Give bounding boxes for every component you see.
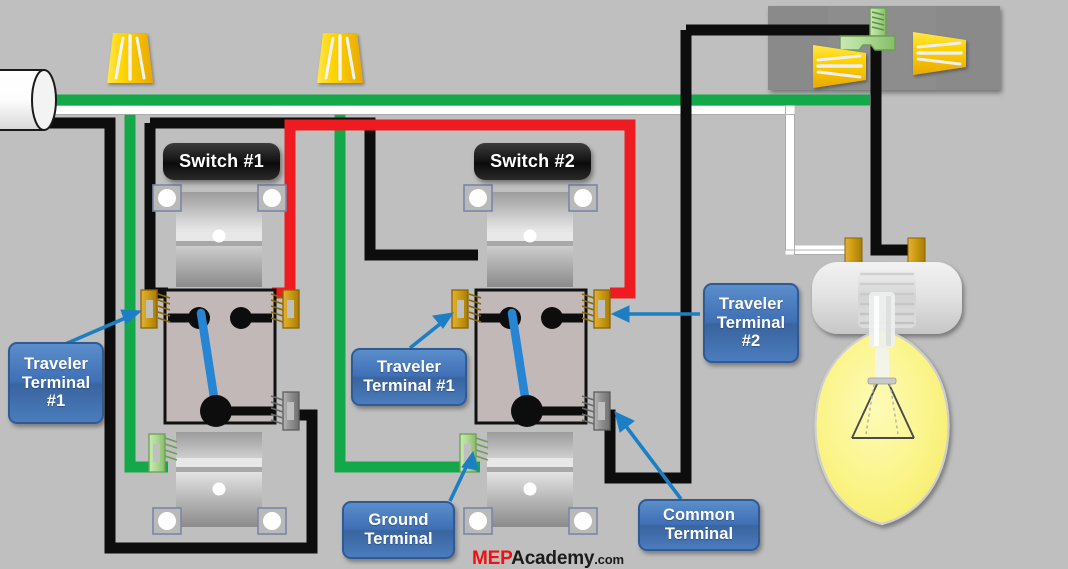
callout-traveler-terminal-2-right[interactable]: Traveler Terminal #2 (703, 283, 799, 363)
callout-line: #1 (46, 392, 66, 411)
callout-line: Traveler (23, 355, 89, 374)
diagram-svg (0, 0, 1068, 569)
callout-line: Terminal (664, 525, 734, 543)
callout-ground-terminal[interactable]: Ground Terminal (342, 501, 455, 559)
wire-nut-1 (107, 33, 153, 83)
watermark-suffix: .com (594, 552, 624, 567)
callout-common-terminal[interactable]: Common Terminal (638, 499, 760, 551)
watermark-brand-red: MEP (472, 548, 512, 569)
callout-line: Terminal (364, 530, 433, 548)
switch-1-label: Switch #1 (163, 143, 280, 180)
callout-line: Traveler (376, 358, 442, 377)
callout-traveler-terminal-1-mid[interactable]: Traveler Terminal #1 (351, 348, 467, 406)
watermark-brand-dark: Academy (511, 548, 595, 569)
wire-nut-2 (317, 33, 363, 83)
callout-line: Terminal (21, 373, 91, 392)
callout-line: #2 (741, 332, 761, 351)
callout-line: Traveler (718, 295, 784, 314)
watermark: MEPAcademy.com (472, 548, 624, 569)
incoming-power-cable (0, 69, 57, 131)
callout-traveler-terminal-1-left[interactable]: Traveler Terminal #1 (8, 342, 104, 424)
switch-2-label: Switch #2 (474, 143, 591, 180)
callout-line: Terminal (716, 313, 786, 332)
callout-line: Terminal #1 (363, 377, 455, 395)
callout-line: Ground (368, 511, 429, 530)
callout-line: Common (662, 506, 736, 525)
wiring-diagram-canvas: Switch #1 Switch #2 Traveler Terminal #1… (0, 0, 1068, 569)
